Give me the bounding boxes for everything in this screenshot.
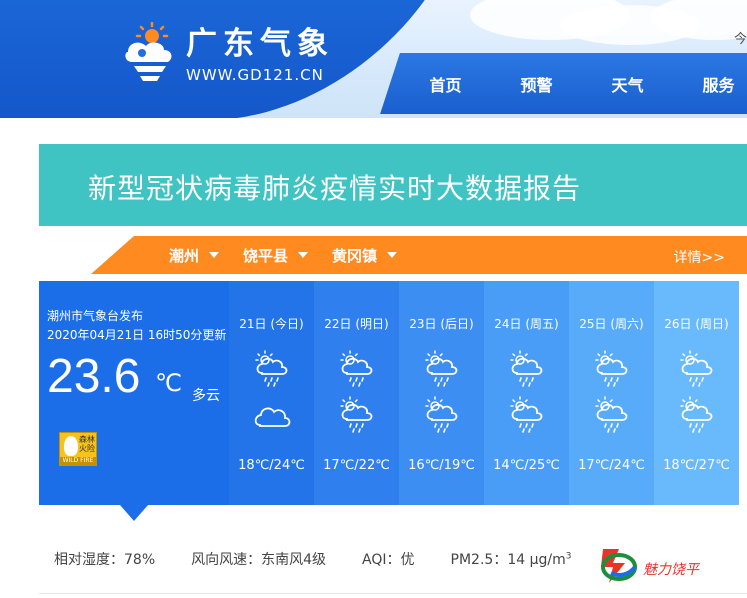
forecast-date: 21日 (今日) — [239, 317, 304, 331]
temperature-range: 17℃/22℃ — [323, 458, 390, 473]
day-weather-icon — [422, 349, 462, 389]
night-weather-icon — [592, 395, 632, 435]
forecast-date: 25日 (周六) — [579, 317, 644, 331]
partly-cloudy-rain-icon — [340, 396, 373, 433]
nav-service[interactable]: 服务 — [673, 72, 747, 96]
forecast-date: 22日 (明日) — [324, 317, 389, 331]
pm25-value: PM2.5：14 μg/m — [450, 552, 566, 568]
nav-home[interactable]: 首页 — [400, 72, 491, 96]
city-label: 潮州 — [169, 246, 200, 265]
temperature-range: 18℃/24℃ — [238, 458, 305, 473]
pm25: PM2.5：14 μg/m3 — [451, 549, 572, 569]
nav-warning[interactable]: 预警 — [491, 72, 582, 96]
night-weather-icon — [507, 395, 547, 435]
forecast-day-4[interactable]: 24日 (周五) 14℃/25℃ — [484, 281, 569, 505]
brand-name: 广东气象 — [186, 26, 334, 62]
humidity: 相对湿度：78% — [54, 552, 156, 568]
night-weather-icon — [422, 395, 462, 435]
city-select[interactable]: 潮州 — [169, 245, 220, 266]
chevron-down-icon — [298, 252, 309, 258]
day-weather-icon — [677, 349, 717, 389]
main-nav: 首页 预警 天气 服务 — [400, 53, 747, 114]
forest-fire-warning-icon[interactable]: 森林火险 WILD FIRE — [59, 432, 97, 466]
forecast-date: 23日 (后日) — [409, 317, 474, 331]
day-weather-icon — [252, 349, 292, 389]
current-conditions: 潮州市气象台发布 2020年04月21日 16时50分更新 23.6 ℃ 多云 … — [39, 281, 229, 505]
warning-subtext: WILD FIRE — [60, 457, 96, 465]
night-weather-icon — [337, 395, 377, 435]
banner-title: 新型冠状病毒肺炎疫情实时大数据报告 — [88, 172, 582, 205]
nav-weather[interactable]: 天气 — [582, 72, 673, 96]
cloudy-icon — [254, 407, 291, 427]
wind: 风向风速：东南风4级 — [191, 552, 327, 568]
day-weather-icon — [592, 349, 632, 389]
temperature-range: 16℃/19℃ — [408, 458, 475, 473]
site-logo[interactable]: 广东气象 WWW.GD121.CN — [122, 22, 334, 88]
partly-cloudy-rain-icon — [595, 396, 628, 433]
location-bar: 潮州 饶平县 黄冈镇 详情>> — [39, 236, 747, 274]
top-link[interactable]: 今 — [734, 28, 747, 47]
promo-text: 魅力饶平 — [643, 562, 699, 578]
day-weather-icon — [337, 349, 377, 389]
forecast-day-5[interactable]: 25日 (周六) 17℃/24℃ — [569, 281, 654, 505]
chevron-down-icon — [209, 252, 220, 258]
town-select[interactable]: 黄冈镇 — [332, 245, 398, 266]
chevron-down-icon — [387, 252, 398, 258]
current-condition: 多云 — [192, 388, 220, 404]
warning-text: 森林火险 — [79, 435, 95, 453]
town-label: 黄冈镇 — [332, 246, 378, 265]
county-select[interactable]: 饶平县 — [243, 245, 309, 266]
stats-bar: 相对湿度：78% 风向风速：东南风4级 AQI：优 PM2.5：14 μg/m3 — [54, 549, 607, 569]
pm25-unit-exponent: 3 — [565, 551, 572, 562]
issuer: 潮州市气象台发布 — [47, 309, 144, 323]
forecast-date: 24日 (周五) — [494, 317, 559, 331]
county-label: 饶平县 — [243, 246, 289, 265]
weather-page: 广东气象 WWW.GD121.CN 今 首页 预警 天气 服务 新型冠状病毒肺炎… — [0, 0, 747, 598]
partly-cloudy-rain-icon — [595, 350, 628, 387]
partly-cloudy-rain-icon — [425, 396, 458, 433]
forecast-date: 26日 (周日) — [664, 317, 729, 331]
partly-cloudy-rain-icon — [425, 350, 458, 387]
promo-logo[interactable]: 魅力饶平 — [597, 545, 737, 585]
partly-cloudy-rain-icon — [680, 396, 713, 433]
temperature-range: 14℃/25℃ — [493, 458, 560, 473]
temperature-range: 17℃/24℃ — [578, 458, 645, 473]
update-time: 2020年04月21日 16时50分更新 — [47, 328, 227, 342]
aqi: AQI：优 — [362, 552, 415, 568]
night-weather-icon — [677, 395, 717, 435]
divider — [39, 593, 747, 594]
current-pointer — [120, 505, 148, 521]
partly-cloudy-rain-icon — [340, 350, 373, 387]
partly-cloudy-rain-icon — [680, 350, 713, 387]
forecast-day-1[interactable]: 21日 (今日) 18℃/24℃ — [229, 281, 314, 505]
forecast-day-2[interactable]: 22日 (明日) 17℃/22℃ — [314, 281, 399, 505]
site-header: 广东气象 WWW.GD121.CN 今 首页 预警 天气 服务 — [0, 0, 747, 118]
forecast-day-6[interactable]: 26日 (周日) 18℃/27℃ — [654, 281, 739, 505]
partly-cloudy-rain-icon — [255, 350, 288, 387]
brand-url: WWW.GD121.CN — [186, 66, 324, 84]
detail-link[interactable]: 详情>> — [674, 247, 725, 267]
epidemic-report-banner[interactable]: 新型冠状病毒肺炎疫情实时大数据报告 — [39, 144, 747, 226]
current-temperature: 23.6 — [47, 350, 141, 403]
partly-cloudy-rain-icon — [510, 350, 543, 387]
night-weather-icon — [252, 395, 292, 435]
forecast-day-3[interactable]: 23日 (后日) 16℃/19℃ — [399, 281, 484, 505]
sun-cloud-logo-icon — [125, 22, 172, 81]
day-weather-icon — [507, 349, 547, 389]
fire-icon — [64, 436, 78, 456]
temperature-range: 18℃/27℃ — [663, 458, 730, 473]
partly-cloudy-rain-icon — [510, 396, 543, 433]
temperature-unit: ℃ — [155, 369, 182, 397]
